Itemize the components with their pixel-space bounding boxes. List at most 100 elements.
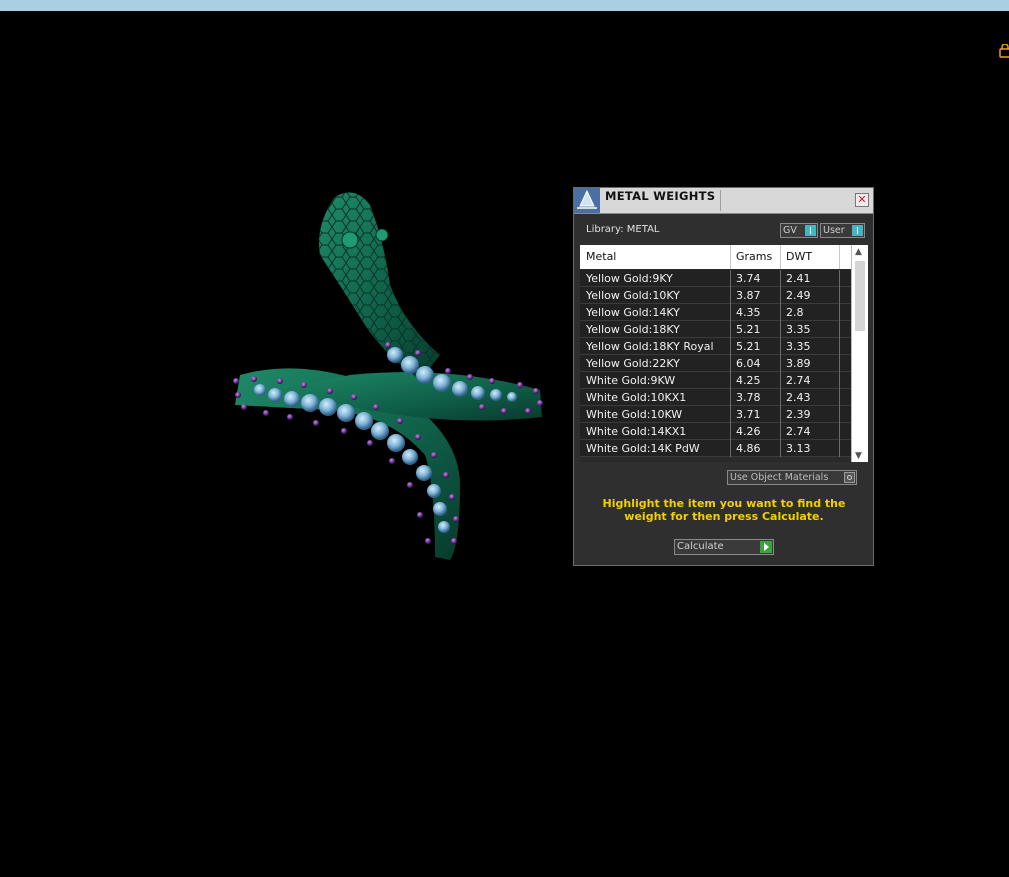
cell-grams: 4.26 [736, 425, 761, 438]
column-divider [839, 245, 840, 269]
column-divider [730, 423, 731, 440]
cell-metal: Yellow Gold:18KY Royal [586, 340, 714, 353]
use-object-materials-label: Use Object Materials [730, 472, 829, 483]
scroll-thumb[interactable] [855, 261, 865, 331]
cell-dwt: 2.8 [786, 306, 804, 319]
column-divider [730, 355, 731, 372]
table-row[interactable]: Yellow Gold:22KY 6.04 3.89 [580, 355, 851, 372]
cell-dwt: 2.39 [786, 408, 811, 421]
calculate-button[interactable]: Calculate [674, 539, 774, 555]
cell-dwt: 2.74 [786, 425, 811, 438]
cell-grams: 3.87 [736, 289, 761, 302]
column-divider [839, 355, 840, 372]
panel-title: METAL WEIGHTS [605, 189, 716, 203]
scroll-up-icon[interactable]: ▲ [855, 247, 862, 257]
table-row[interactable]: White Gold:14K PdW 4.86 3.13 [580, 440, 851, 457]
cell-dwt: 2.49 [786, 289, 811, 302]
cell-dwt: 3.35 [786, 340, 811, 353]
column-divider [780, 389, 781, 406]
column-divider [780, 304, 781, 321]
metal-weights-panel: METAL WEIGHTS ✕ Library: METAL GV User M… [573, 187, 874, 566]
play-icon [760, 541, 772, 553]
cell-metal: White Gold:9KW [586, 374, 676, 387]
column-divider [780, 423, 781, 440]
column-divider [839, 423, 840, 440]
scroll-down-icon[interactable]: ▼ [855, 451, 862, 461]
cell-dwt: 3.13 [786, 442, 811, 455]
cell-grams: 3.74 [736, 272, 761, 285]
table-row[interactable]: Yellow Gold:18KY Royal 5.21 3.35 [580, 338, 851, 355]
cell-grams: 4.86 [736, 442, 761, 455]
column-divider [839, 440, 840, 457]
use-object-materials-toggle[interactable]: Use Object Materials [727, 470, 857, 485]
column-header-grams[interactable]: Grams [736, 250, 772, 263]
table-row[interactable]: Yellow Gold:9KY 3.74 2.41 [580, 270, 851, 287]
column-divider [730, 389, 731, 406]
table-scrollbar[interactable]: ▲ ▼ [851, 245, 868, 462]
cell-grams: 3.71 [736, 408, 761, 421]
window-top-bar [0, 0, 1009, 11]
column-header-dwt[interactable]: DWT [786, 250, 812, 263]
column-divider [730, 287, 731, 304]
column-divider [730, 440, 731, 457]
cell-grams: 5.21 [736, 340, 761, 353]
cell-dwt: 2.41 [786, 272, 811, 285]
instruction-text: Highlight the item you want to find the … [602, 497, 846, 523]
table-row[interactable]: White Gold:10KX1 3.78 2.43 [580, 389, 851, 406]
cell-metal: White Gold:14KX1 [586, 425, 687, 438]
lock-icon[interactable] [999, 44, 1009, 58]
cell-metal: Yellow Gold:9KY [586, 272, 673, 285]
column-divider [780, 372, 781, 389]
cell-dwt: 2.74 [786, 374, 811, 387]
gv-toggle[interactable]: GV [780, 223, 818, 238]
toggle-on-icon [805, 225, 816, 236]
table-header: Metal Grams DWT [580, 245, 851, 269]
column-divider [839, 270, 840, 287]
table-body: Yellow Gold:9KY 3.74 2.41 Yellow Gold:10KY 3… [580, 270, 851, 457]
column-divider [780, 355, 781, 372]
cell-metal: White Gold:14K PdW [586, 442, 700, 455]
column-divider [839, 304, 840, 321]
cell-grams: 4.25 [736, 374, 761, 387]
cell-grams: 5.21 [736, 323, 761, 336]
column-divider [780, 287, 781, 304]
cell-metal: Yellow Gold:10KY [586, 289, 680, 302]
calculate-label: Calculate [677, 541, 724, 552]
cell-metal: Yellow Gold:14KY [586, 306, 680, 319]
column-header-metal[interactable]: Metal [586, 250, 616, 263]
table-row[interactable]: White Gold:10KW 3.71 2.39 [580, 406, 851, 423]
close-icon[interactable]: ✕ [855, 193, 869, 207]
column-divider [730, 304, 731, 321]
cell-metal: Yellow Gold:22KY [586, 357, 680, 370]
panel-titlebar[interactable]: METAL WEIGHTS ✕ [574, 188, 873, 214]
library-label: Library: METAL [586, 224, 660, 235]
column-divider [780, 321, 781, 338]
cell-metal: White Gold:10KX1 [586, 391, 687, 404]
column-divider [730, 321, 731, 338]
toggle-on-icon [852, 225, 863, 236]
cell-grams: 3.78 [736, 391, 761, 404]
cell-metal: White Gold:10KW [586, 408, 683, 421]
gv-toggle-label: GV [783, 225, 797, 236]
column-divider [780, 338, 781, 355]
snake-ring-model[interactable] [220, 185, 560, 575]
column-divider [780, 245, 781, 269]
column-divider [730, 338, 731, 355]
table-row[interactable]: White Gold:9KW 4.25 2.74 [580, 372, 851, 389]
column-divider [839, 338, 840, 355]
column-divider [730, 406, 731, 423]
title-divider [720, 190, 721, 211]
table-row[interactable]: White Gold:14KX1 4.26 2.74 [580, 423, 851, 440]
user-toggle[interactable]: User [820, 223, 865, 238]
table-row[interactable]: Yellow Gold:18KY 5.21 3.35 [580, 321, 851, 338]
scale-icon [574, 188, 600, 213]
column-divider [780, 440, 781, 457]
table-row[interactable]: Yellow Gold:14KY 4.35 2.8 [580, 304, 851, 321]
column-divider [839, 406, 840, 423]
column-divider [839, 321, 840, 338]
column-divider [730, 372, 731, 389]
table-row[interactable]: Yellow Gold:10KY 3.87 2.49 [580, 287, 851, 304]
cell-grams: 4.35 [736, 306, 761, 319]
metal-table[interactable]: Metal Grams DWT Yellow Gold:9KY 3.74 2.41 Y… [580, 245, 868, 462]
column-divider [839, 389, 840, 406]
